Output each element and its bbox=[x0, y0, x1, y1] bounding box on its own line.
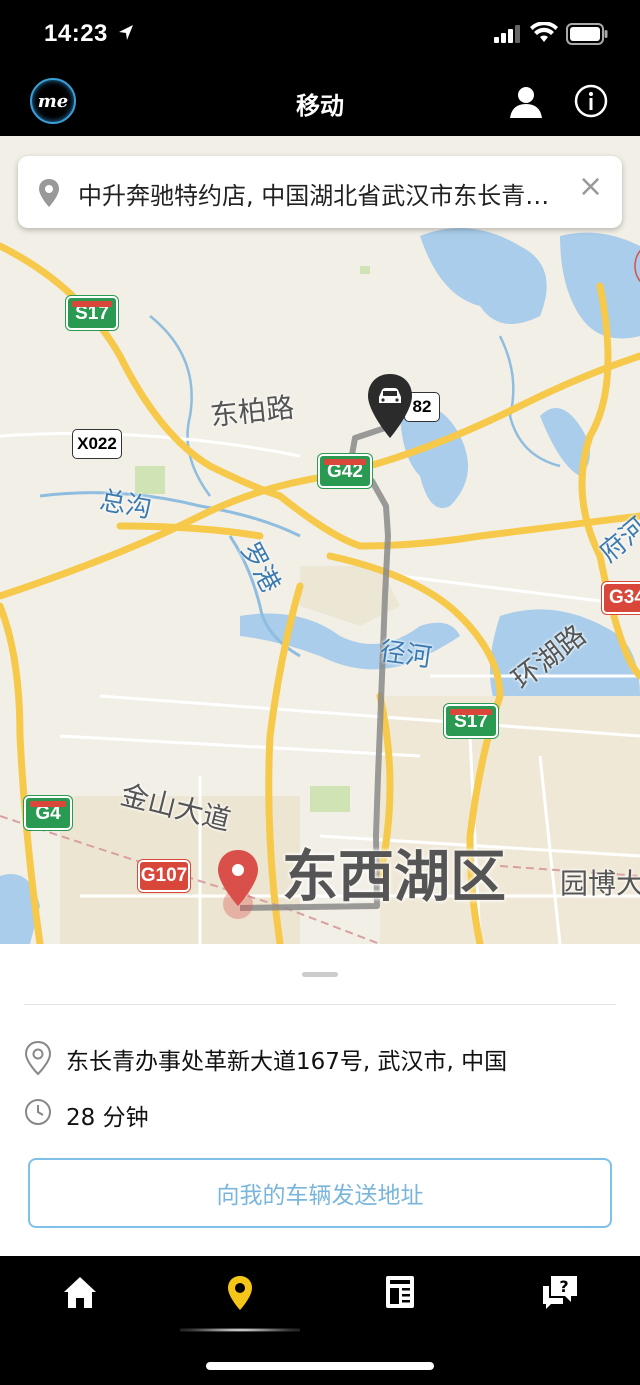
highway-shield: G42 bbox=[318, 454, 372, 488]
travel-duration: 28 分钟 bbox=[66, 1105, 149, 1131]
tab-location[interactable] bbox=[200, 1274, 280, 1334]
home-icon bbox=[64, 1277, 96, 1308]
map-label-water: 径河 bbox=[377, 636, 434, 674]
help-chat-icon: ? bbox=[543, 1276, 577, 1309]
active-tab-indicator bbox=[180, 1328, 300, 1332]
highway-shield: S17 bbox=[66, 296, 118, 330]
route-details-sheet: 东长青办事处革新大道167号, 武汉市, 中国 28 分钟 向我的车辆发送地址 bbox=[0, 944, 640, 1256]
info-icon[interactable] bbox=[574, 84, 608, 118]
map-canvas bbox=[0, 228, 640, 944]
divider bbox=[24, 1004, 616, 1005]
highway-shield: G34 bbox=[602, 582, 640, 614]
home-indicator[interactable] bbox=[206, 1362, 434, 1370]
destination-address: 东长青办事处革新大道167号, 武汉市, 中国 bbox=[66, 1049, 508, 1075]
svg-text:?: ? bbox=[559, 1277, 568, 1296]
tab-home[interactable] bbox=[40, 1274, 120, 1334]
destination-pin[interactable] bbox=[214, 848, 262, 920]
search-input[interactable]: 中升奔驰特约店, 中国湖北省武汉市东长青办事处革新大道167号 bbox=[78, 176, 558, 211]
tab-help[interactable]: ? bbox=[520, 1274, 600, 1334]
map-label-district: 东西湖区 bbox=[282, 845, 506, 910]
status-time: 14:23 bbox=[44, 20, 108, 47]
clock-icon bbox=[25, 1099, 51, 1125]
route-map[interactable]: 中升奔驰特约店, 中国湖北省武汉市东长青办事处革新大道167号 × S17 X0… bbox=[0, 136, 640, 944]
cellular-signal-icon bbox=[494, 25, 520, 43]
map-label-district: 园博大 bbox=[560, 867, 640, 900]
wifi-icon bbox=[530, 22, 558, 42]
highway-shield: G107 bbox=[138, 860, 190, 892]
sheet-drag-handle[interactable] bbox=[302, 972, 338, 977]
vehicle-location-pin[interactable] bbox=[366, 372, 414, 440]
location-arrow-icon bbox=[119, 25, 133, 40]
location-pin-outline-icon bbox=[24, 1040, 52, 1076]
tab-news[interactable] bbox=[360, 1274, 440, 1334]
status-bar: 14:23 bbox=[0, 0, 640, 70]
highway-shield: X022 bbox=[72, 429, 122, 459]
highway-shield: S17 bbox=[444, 704, 498, 738]
highway-shield: G4 bbox=[24, 796, 72, 830]
user-profile-icon[interactable] bbox=[508, 84, 544, 120]
battery-icon bbox=[566, 23, 608, 45]
location-pin-icon bbox=[39, 179, 59, 207]
send-address-to-vehicle-button[interactable]: 向我的车辆发送地址 bbox=[28, 1158, 612, 1228]
search-box[interactable]: 中升奔驰特约店, 中国湖北省武汉市东长青办事处革新大道167号 × bbox=[18, 156, 622, 228]
page-title: 移动 bbox=[296, 92, 344, 120]
clear-search-button[interactable]: × bbox=[578, 172, 603, 202]
location-pin-icon bbox=[228, 1276, 252, 1310]
newspaper-icon bbox=[386, 1276, 414, 1308]
app-header: me 移动 bbox=[0, 70, 640, 136]
